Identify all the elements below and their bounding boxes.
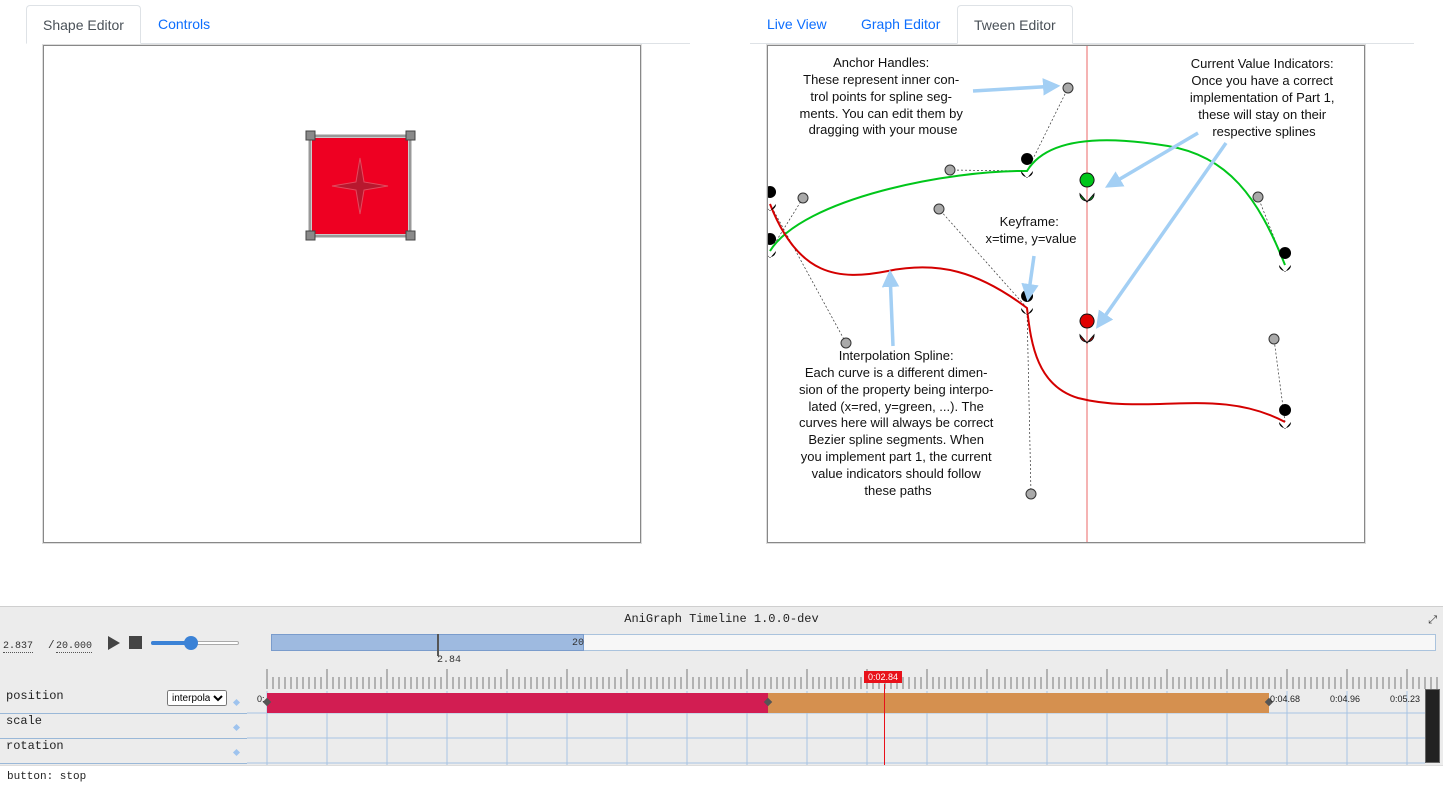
resize-handle-top-right[interactable] bbox=[405, 130, 416, 141]
resize-handle-top-left[interactable] bbox=[305, 130, 316, 141]
anchor-handle[interactable] bbox=[840, 337, 852, 349]
stop-icon bbox=[129, 636, 142, 649]
anchor-handle[interactable] bbox=[1268, 333, 1280, 345]
time-label: 0:05.23 bbox=[1390, 694, 1421, 704]
anchor-handle[interactable] bbox=[1025, 488, 1037, 500]
time-label-start: 0: bbox=[257, 694, 265, 704]
tab-tween-editor[interactable]: Tween Editor bbox=[957, 5, 1073, 44]
interpolation-spline-annotation: Interpolation Spline: Each curve is a di… bbox=[799, 348, 997, 498]
track-divider bbox=[0, 713, 247, 714]
anchor-handle[interactable] bbox=[1062, 82, 1074, 94]
time-range-marker bbox=[437, 634, 439, 656]
stop-button[interactable] bbox=[129, 636, 143, 650]
tab-live-view[interactable]: Live View bbox=[751, 5, 843, 43]
shape-editor-svg bbox=[305, 130, 416, 241]
track-divider bbox=[0, 738, 247, 739]
tween-editor-canvas[interactable]: Anchor Handles: These represent inner co… bbox=[767, 45, 1365, 543]
keyframe-add-icon[interactable] bbox=[232, 748, 241, 757]
anchor-handle[interactable] bbox=[944, 164, 956, 176]
anchor-handle[interactable] bbox=[1252, 191, 1264, 203]
playhead-line[interactable] bbox=[884, 684, 885, 766]
keyframe-add-icon[interactable] bbox=[232, 723, 241, 732]
timeline-scrollbar[interactable] bbox=[1425, 689, 1440, 763]
track-label-scale[interactable]: scale bbox=[6, 714, 42, 728]
time-range-window[interactable] bbox=[271, 634, 584, 651]
tween-editor-svg: Anchor Handles: These represent inner co… bbox=[768, 46, 1338, 542]
keyframe[interactable] bbox=[1279, 247, 1292, 272]
expand-icon[interactable]: ⤢ bbox=[1428, 615, 1437, 627]
anchor-handles-annotation: Anchor Handles: These represent inner co… bbox=[800, 55, 967, 137]
status-text: button: stop bbox=[7, 771, 87, 783]
track-label-position[interactable]: position bbox=[6, 689, 64, 703]
total-time-field[interactable]: 20.000 bbox=[56, 641, 93, 653]
time-separator: / bbox=[48, 640, 55, 652]
tab-controls[interactable]: Controls bbox=[142, 5, 226, 43]
time-ruler[interactable] bbox=[247, 665, 1443, 691]
play-button[interactable] bbox=[107, 636, 121, 650]
anchor-handle[interactable] bbox=[797, 192, 809, 204]
shape-editor-canvas[interactable] bbox=[43, 45, 641, 543]
tab-shape-editor[interactable]: Shape Editor bbox=[26, 5, 141, 44]
timeline-title: AniGraph Timeline 1.0.0-dev bbox=[624, 612, 819, 626]
track-divider bbox=[0, 763, 247, 764]
keyframe-add-icon[interactable] bbox=[232, 698, 241, 707]
time-label: 0:04.68 bbox=[1270, 694, 1301, 704]
right-tab-bar: Live View Graph Editor Tween Editor bbox=[750, 0, 1414, 44]
left-tab-bar: Shape Editor Controls bbox=[26, 0, 690, 44]
status-bar: button: stop bbox=[0, 765, 1443, 790]
resize-handle-bottom-left[interactable] bbox=[305, 230, 316, 241]
speed-slider-thumb[interactable] bbox=[184, 636, 198, 650]
playhead-label[interactable]: 0:02.84 bbox=[864, 671, 903, 683]
time-range-end-label: 20 bbox=[572, 638, 585, 649]
tween-segment-2[interactable] bbox=[768, 693, 1269, 713]
resize-handle-bottom-right[interactable] bbox=[405, 230, 416, 241]
interpolation-select[interactable]: interpolation bbox=[167, 690, 227, 706]
track-label-rotation[interactable]: rotation bbox=[6, 739, 64, 753]
time-label: 0:04.96 bbox=[1330, 694, 1361, 704]
anchor-handle[interactable] bbox=[933, 203, 945, 215]
tween-segment-1[interactable] bbox=[267, 693, 768, 713]
keyframe[interactable] bbox=[1279, 404, 1292, 429]
current-value-annotation: Current Value Indicators: Once you have … bbox=[1190, 56, 1338, 139]
current-time-field[interactable]: 2.837 bbox=[3, 641, 34, 653]
play-icon bbox=[108, 636, 120, 650]
speed-slider[interactable] bbox=[151, 636, 239, 650]
keyframe-annotation: Keyframe: x=time, y=value bbox=[985, 214, 1076, 246]
anigraph-timeline: AniGraph Timeline 1.0.0-dev ⤢ 2.837 / 20… bbox=[0, 606, 1443, 790]
tab-graph-editor[interactable]: Graph Editor bbox=[845, 5, 956, 43]
